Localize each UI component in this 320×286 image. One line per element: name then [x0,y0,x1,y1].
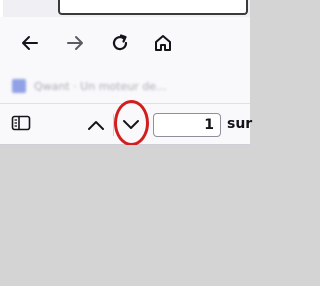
back-arrow-icon [20,33,40,53]
active-tab[interactable] [58,0,248,15]
back-button[interactable] [16,29,44,57]
bookmark-item[interactable]: Qwant · Un moteur de... [12,79,166,93]
pdf-viewer-area[interactable] [0,145,250,286]
reload-button[interactable] [106,29,134,57]
bookmarks-toolbar: Qwant · Un moteur de... [0,75,250,103]
toolbar-separator [113,114,114,136]
home-button[interactable] [149,29,177,57]
page-count-label: sur [227,116,253,132]
next-page-button[interactable] [120,114,142,136]
home-icon [153,33,173,53]
reload-icon [110,33,130,53]
tab-strip [0,0,250,17]
sidebar-toggle-icon [11,115,31,135]
chevron-up-icon [87,116,105,135]
bookmark-favicon [12,79,26,93]
tab-edge [0,0,3,17]
bookmark-label: Qwant · Un moteur de... [34,79,167,93]
forward-arrow-icon [65,33,85,53]
forward-button[interactable] [61,29,89,57]
previous-page-button[interactable] [85,114,107,136]
chevron-down-icon [122,116,140,135]
sidebar-toggle-button[interactable] [10,114,32,136]
navigation-toolbar [0,17,250,75]
page-number-input[interactable] [153,113,221,137]
pdf-toolbar: sur [0,100,253,146]
